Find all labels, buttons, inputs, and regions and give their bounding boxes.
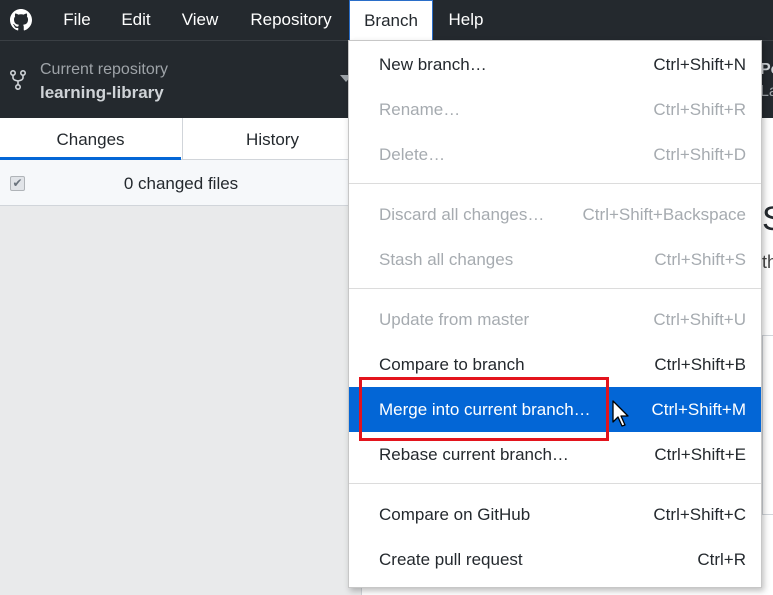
main-card-peek (762, 335, 773, 515)
main-subtext-peek: th (762, 252, 773, 272)
menu-item-shortcut: Ctrl+Shift+D (653, 145, 746, 164)
changes-header: ✔ 0 changed files (0, 160, 362, 206)
menu-item-shortcut: Ctrl+Shift+M (651, 400, 746, 419)
menu-item-shortcut: Ctrl+Shift+U (653, 310, 746, 329)
menu-item-shortcut: Ctrl+Shift+E (654, 445, 746, 464)
menu-edit[interactable]: Edit (108, 0, 164, 40)
menu-help[interactable]: Help (436, 0, 496, 40)
menu-item-rename[interactable]: Rename… Ctrl+Shift+R (349, 87, 761, 132)
branch-menu: New branch… Ctrl+Shift+N Rename… Ctrl+Sh… (348, 40, 762, 588)
menu-item-shortcut: Ctrl+Shift+N (653, 55, 746, 74)
menu-item-label: Rebase current branch… (379, 445, 569, 464)
main-heading-peek: S (762, 200, 773, 239)
menu-item-label: Create pull request (379, 550, 523, 569)
menu-item-new-branch[interactable]: New branch… Ctrl+Shift+N (349, 42, 761, 87)
menu-item-create-pull-request[interactable]: Create pull request Ctrl+R (349, 537, 761, 582)
menu-item-label: Delete… (379, 145, 446, 164)
left-panel: Changes History ✔ 0 changed files (0, 118, 362, 595)
menu-item-update-from-master[interactable]: Update from master Ctrl+Shift+U (349, 297, 761, 342)
menu-file[interactable]: File (50, 0, 104, 40)
menu-item-discard-all-changes[interactable]: Discard all changes… Ctrl+Shift+Backspac… (349, 192, 761, 237)
menu-item-stash-all-changes[interactable]: Stash all changes Ctrl+Shift+S (349, 237, 761, 282)
repo-name: learning-library (40, 83, 164, 102)
tab-history[interactable]: History (182, 118, 362, 160)
annotation-highlight-box (359, 377, 609, 441)
menu-bar: File Edit View Repository Branch Help (0, 0, 773, 40)
menu-item-shortcut: Ctrl+Shift+B (654, 355, 746, 374)
menu-item-label: Discard all changes… (379, 205, 545, 224)
menu-separator (349, 183, 761, 184)
repo-caption: Current repository (40, 61, 169, 78)
menu-branch[interactable]: Branch (349, 0, 433, 40)
menu-item-shortcut: Ctrl+Shift+Backspace (582, 205, 746, 224)
menu-item-delete[interactable]: Delete… Ctrl+Shift+D (349, 132, 761, 177)
menu-view[interactable]: View (168, 0, 232, 40)
menu-item-compare-on-github[interactable]: Compare on GitHub Ctrl+Shift+C (349, 492, 761, 537)
current-repository-selector[interactable]: Current repository learning-library (0, 41, 360, 119)
menu-item-label: Compare to branch (379, 355, 525, 374)
tab-changes[interactable]: Changes (0, 118, 181, 160)
menu-item-shortcut: Ctrl+Shift+R (653, 100, 746, 119)
repo-fork-icon (10, 70, 26, 91)
menu-item-label: Stash all changes (379, 250, 514, 269)
menu-item-shortcut: Ctrl+R (697, 550, 746, 569)
changed-files-count: 0 changed files (123, 174, 239, 193)
menu-separator (349, 483, 761, 484)
menu-separator (349, 288, 761, 289)
tab-bar: Changes History (0, 118, 362, 160)
menu-item-shortcut: Ctrl+Shift+S (654, 250, 746, 269)
menu-repository[interactable]: Repository (236, 0, 346, 40)
menu-item-shortcut: Ctrl+Shift+C (653, 505, 746, 524)
menu-item-label: Compare on GitHub (379, 505, 531, 524)
github-logo-icon (10, 9, 32, 31)
menu-item-label: New branch… (379, 55, 487, 74)
menu-item-label: Rename… (379, 100, 461, 119)
menu-item-label: Update from master (379, 310, 530, 329)
mouse-cursor-icon (612, 400, 629, 427)
